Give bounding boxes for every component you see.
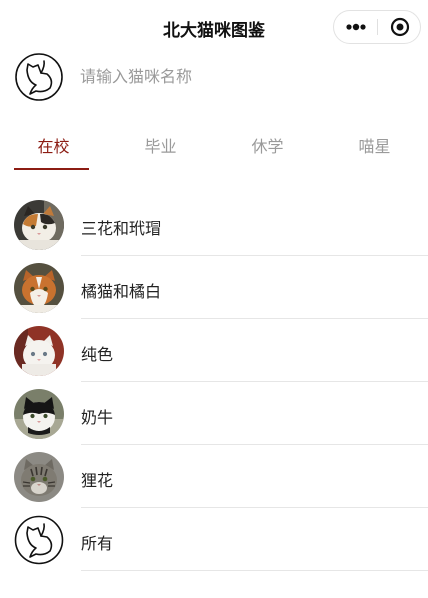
cat-logo-icon	[14, 515, 64, 565]
mini-program-capsule	[333, 10, 421, 44]
orange-white-cat-avatar	[14, 263, 64, 313]
target-close-icon	[390, 17, 410, 37]
tab-label: 喵星	[358, 137, 391, 156]
cat-logo-icon	[15, 53, 63, 101]
category-item-solid[interactable]: 纯色	[0, 319, 428, 382]
nav-bar: 北大猫咪图鉴	[0, 0, 428, 56]
tab-in-school[interactable]: 在校	[0, 128, 107, 172]
tab-cat-star[interactable]: 喵星	[321, 128, 428, 172]
close-button[interactable]	[378, 11, 422, 43]
status-tabs: 在校 毕业 休学 喵星	[0, 128, 428, 172]
calico-cat-avatar	[14, 200, 64, 250]
tab-label: 在校	[37, 137, 70, 156]
category-item-cow[interactable]: 奶牛	[0, 382, 428, 445]
active-tab-indicator	[14, 168, 89, 170]
search-input[interactable]	[80, 62, 410, 90]
category-item-orange[interactable]: 橘猫和橘白	[0, 256, 428, 319]
tab-suspended[interactable]: 休学	[214, 128, 321, 172]
list-divider	[81, 570, 428, 571]
category-label: 狸花	[81, 471, 114, 490]
tab-graduated[interactable]: 毕业	[107, 128, 214, 172]
category-item-all[interactable]: 所有	[0, 508, 428, 571]
category-label: 橘猫和橘白	[81, 282, 162, 301]
tab-label: 休学	[251, 137, 284, 156]
category-item-calico[interactable]: 三花和玳瑁	[0, 193, 428, 256]
black-white-cat-avatar	[14, 389, 64, 439]
category-label: 纯色	[81, 345, 114, 364]
more-button[interactable]	[334, 11, 378, 43]
white-cat-avatar	[14, 326, 64, 376]
category-label: 所有	[81, 534, 114, 553]
category-list: 三花和玳瑁 橘猫和橘白 纯色 奶牛 狸花 所有	[0, 193, 428, 571]
tabby-cat-avatar	[14, 452, 64, 502]
more-dots-icon	[346, 23, 366, 31]
tab-label: 毕业	[144, 137, 177, 156]
category-item-tabby[interactable]: 狸花	[0, 445, 428, 508]
category-label: 奶牛	[81, 408, 114, 427]
category-label: 三花和玳瑁	[81, 219, 162, 238]
search-bar	[0, 50, 428, 104]
